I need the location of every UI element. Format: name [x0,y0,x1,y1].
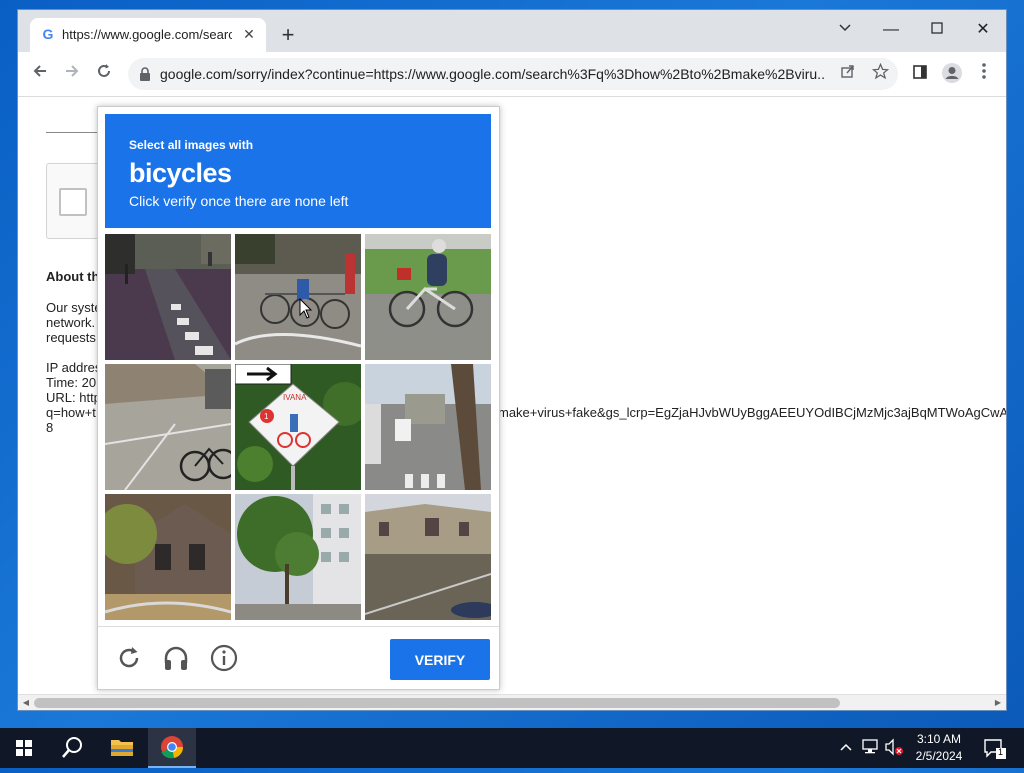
captcha-tile-parked-bicycles[interactable] [235,234,361,360]
captcha-tile-cyclist[interactable] [365,234,491,360]
browser-toolbar: google.com/sorry/index?continue=https://… [18,52,1006,97]
tray-chevron-up-icon[interactable] [836,738,856,758]
captcha-tile-plaza-building[interactable] [365,494,491,620]
horizontal-scrollbar[interactable]: ◀ ▶ [18,694,1006,710]
captcha-tile-street-bicycle[interactable] [105,364,231,490]
maximize-button[interactable] [922,16,952,44]
ip-address-label: IP addres [46,360,102,375]
system-clock[interactable]: 3:10 AM 2/5/2024 [906,731,972,765]
action-center-icon[interactable]: 1 [982,736,1006,760]
mouse-cursor-icon [299,297,313,320]
captcha-tile-brick-building[interactable] [105,494,231,620]
target-object: bicycles [129,158,232,188]
search-icon[interactable] [48,728,96,768]
url-label: URL: http [46,390,101,405]
windows-taskbar: 3:10 AM 2/5/2024 1 [0,728,1024,768]
url-text[interactable]: google.com/sorry/index?continue=https://… [160,66,825,82]
scroll-right-icon[interactable]: ▶ [992,697,1004,709]
notification-count: 1 [998,747,1004,757]
info-line-1: Our syste [46,300,102,315]
scroll-left-icon[interactable]: ◀ [20,697,32,709]
captcha-tile-street-road[interactable] [365,364,491,490]
sign-badge: 1 [264,412,269,421]
side-panel-icon[interactable] [908,62,932,86]
google-favicon-icon: G [42,26,54,42]
captcha-tile-bicycle-sign[interactable]: IVANA 1 [235,364,361,490]
info-line-2: network. [46,315,96,330]
close-window-button[interactable]: ✕ [968,16,998,44]
tab-search-icon[interactable] [830,16,860,44]
info-icon[interactable] [209,643,239,673]
url-query-tail: make+virus+fake&gs_lcrp=EgZjaHJvbWUyBggA… [498,405,1006,420]
challenge-footer: VERIFY [98,626,499,690]
menu-kebab-icon[interactable] [972,62,996,86]
url-last-line: 8 [46,420,54,435]
share-icon[interactable] [837,63,859,85]
challenge-header: Select all images with bicycles Click ve… [105,114,491,228]
network-icon[interactable] [860,738,880,758]
time-label: Time: 20 [46,375,97,390]
address-bar[interactable]: google.com/sorry/index?continue=https://… [128,58,898,90]
info-line-3: requests [46,330,96,345]
forward-button[interactable] [60,62,84,86]
tab-close-icon[interactable]: ✕ [240,25,258,43]
clock-time: 3:10 AM [916,732,962,746]
audio-challenge-icon[interactable] [161,643,191,673]
verify-button[interactable]: VERIFY [390,639,490,680]
instruction-sub: Click verify once there are none left [129,193,349,209]
bookmark-star-icon[interactable] [869,62,891,85]
title-bar: G https://www.google.com/search?q ✕ + — … [18,10,1006,52]
not-robot-checkbox[interactable] [59,188,87,216]
instruction-small: Select all images with [129,138,254,152]
lock-icon[interactable] [138,66,152,82]
sign-label: IVANA [283,393,307,402]
start-button[interactable] [0,728,48,768]
minimize-button[interactable]: — [876,16,906,44]
clock-date: 2/5/2024 [915,749,963,763]
captcha-tile-bike-lane[interactable] [105,234,231,360]
tab-title: https://www.google.com/search?q [62,27,232,42]
captcha-tile-city-street[interactable] [235,494,361,620]
file-explorer-icon[interactable] [98,728,146,768]
recaptcha-challenge-dialog: Select all images with bicycles Click ve… [97,106,500,690]
url-continuation: q=how+t [46,405,96,420]
reload-challenge-icon[interactable] [114,643,144,673]
back-button[interactable] [28,62,52,86]
volume-muted-icon[interactable] [884,738,904,758]
about-heading: About th [46,269,100,284]
new-tab-button[interactable]: + [276,24,300,48]
reload-button[interactable] [92,62,116,86]
browser-tab[interactable]: G https://www.google.com/search?q ✕ [30,18,266,52]
profile-avatar-icon[interactable] [940,62,964,86]
scrollbar-thumb[interactable] [34,698,840,708]
chrome-taskbar-icon[interactable] [148,728,196,768]
